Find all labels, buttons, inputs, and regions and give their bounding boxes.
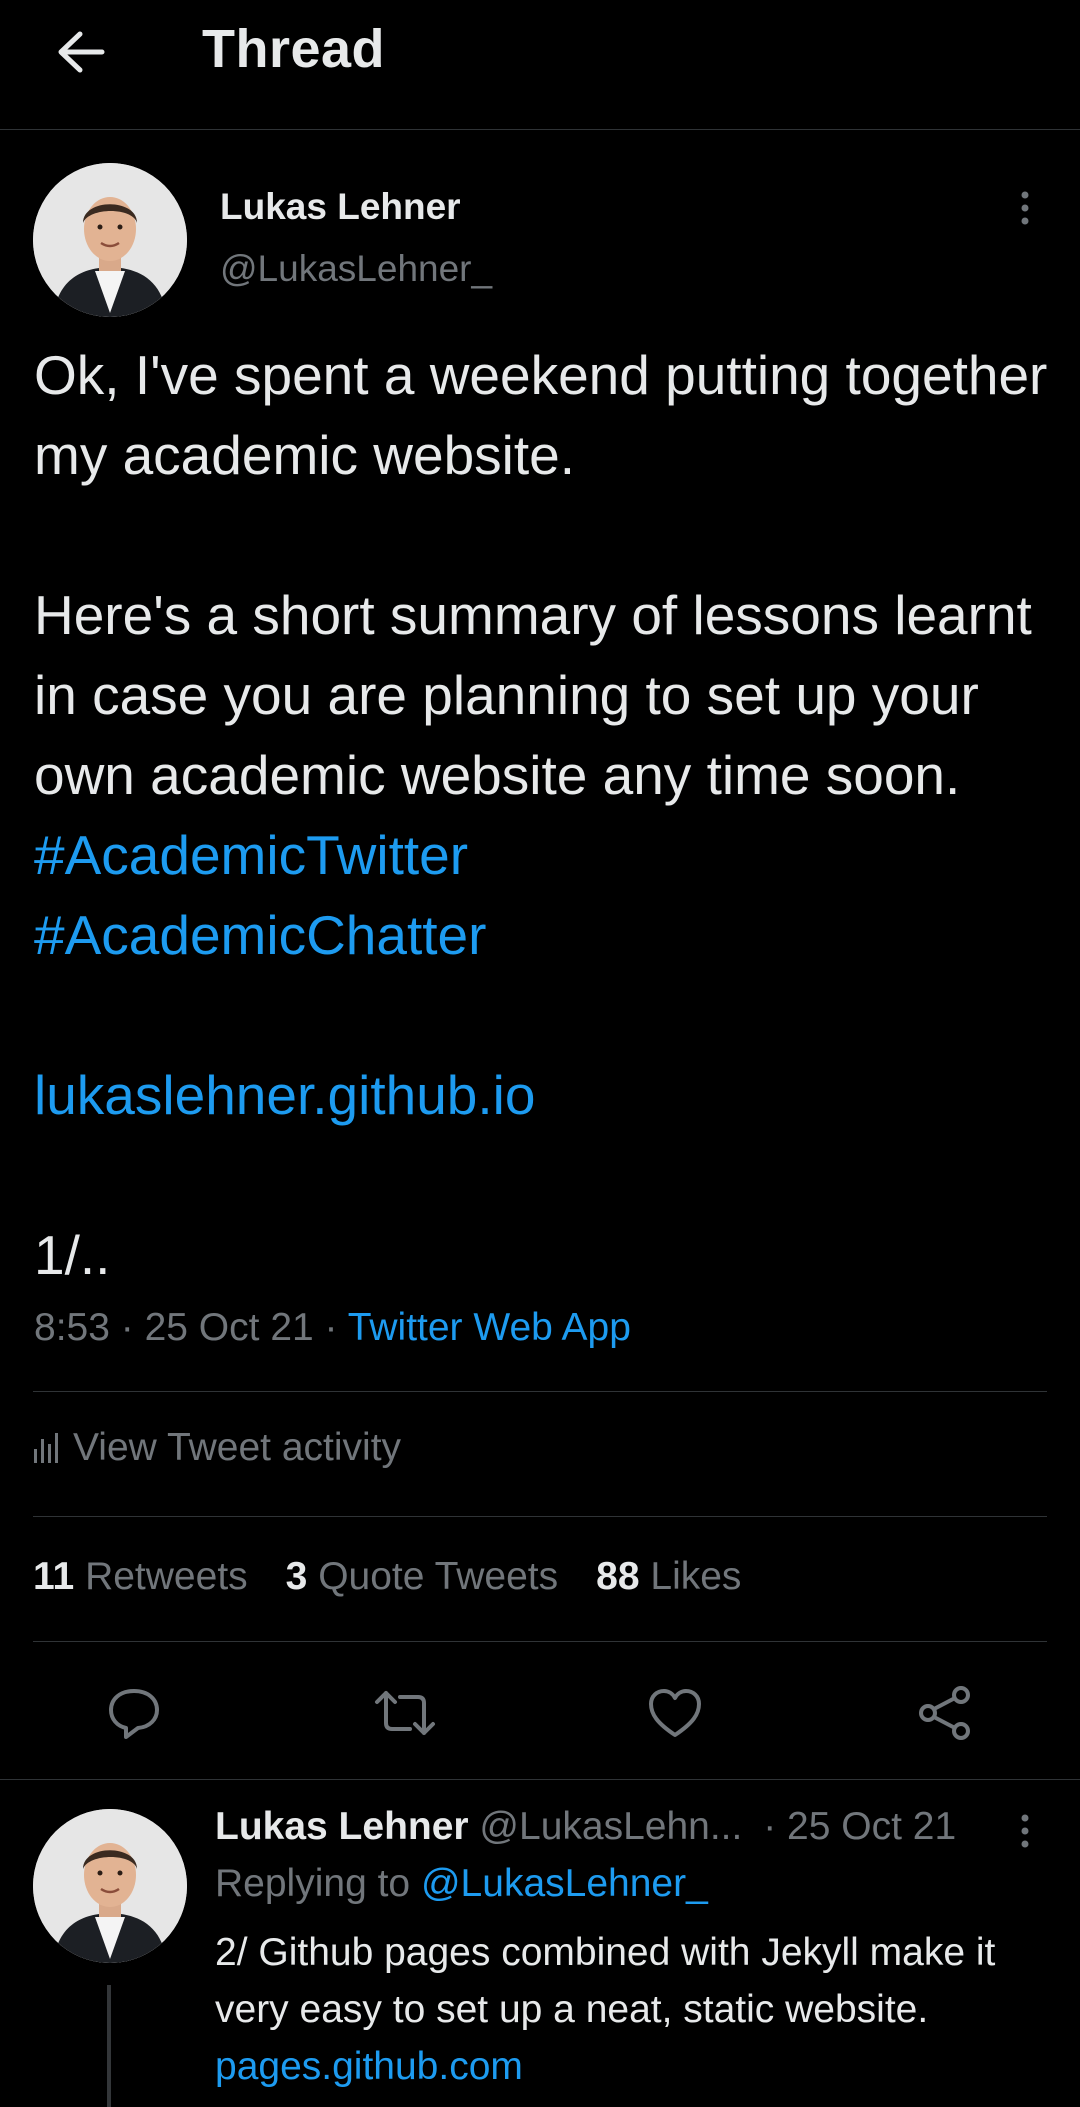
reply-more-options-button[interactable] — [1005, 1808, 1045, 1858]
top-bar — [0, 0, 1080, 130]
tweet-meta: 8:53 · 25 Oct 21 · Twitter Web App — [34, 1306, 631, 1350]
bar-chart-icon — [34, 1433, 58, 1463]
reply-author-avatar[interactable] — [33, 1809, 187, 1963]
replying-to-handle[interactable]: @LukasLehner_ — [421, 1862, 708, 1905]
thread-counter: 1/.. — [34, 1224, 111, 1286]
website-link[interactable]: lukaslehner.github.io — [34, 1055, 1054, 1135]
arrow-left-icon — [58, 31, 105, 73]
hashtag-link[interactable]: #AcademicChatter — [34, 904, 486, 966]
reply-button[interactable] — [99, 1680, 169, 1746]
author-avatar[interactable] — [33, 163, 187, 317]
hashtag-link[interactable]: #AcademicTwitter — [34, 824, 468, 886]
reply-paragraph: 2/ Github pages combined with Jekyll mak… — [215, 1931, 996, 2031]
quote-tweets-stat[interactable]: 3 Quote Tweets — [286, 1555, 558, 1599]
engagement-stats: 11 Retweets 3 Quote Tweets 88 Likes — [33, 1555, 741, 1599]
view-activity-label: View Tweet activity — [73, 1426, 402, 1469]
author-handle[interactable]: @LukasLehner_ — [220, 248, 492, 290]
thread-connector-line — [107, 1985, 111, 2107]
like-button[interactable] — [640, 1680, 710, 1746]
meta-separator: · — [120, 1306, 134, 1349]
reply-icon — [109, 1689, 159, 1739]
retweet-button[interactable] — [370, 1680, 440, 1746]
reply-text: 2/ Github pages combined with Jekyll mak… — [215, 1924, 1065, 2095]
quotes-count: 3 — [285, 1555, 308, 1598]
replying-to-prefix: Replying to — [215, 1862, 411, 1905]
retweets-count: 11 — [33, 1555, 75, 1598]
share-button[interactable] — [910, 1680, 980, 1746]
more-options-button[interactable] — [1005, 185, 1045, 235]
page-title: Thread — [202, 19, 386, 79]
share-icon — [919, 1686, 970, 1740]
divider — [33, 1516, 1047, 1517]
likes-count: 88 — [596, 1555, 640, 1598]
tweet-paragraph: Here's a short summary of lessons learnt… — [34, 575, 1054, 975]
retweets-stat[interactable]: 11 Retweets — [33, 1555, 248, 1599]
reply-author-name[interactable]: Lukas Lehner — [215, 1805, 469, 1848]
meta-separator: · — [324, 1306, 338, 1349]
reply-link[interactable]: pages.github.com — [215, 2038, 1065, 2095]
likes-stat[interactable]: 88 Likes — [596, 1555, 741, 1599]
divider — [33, 1641, 1047, 1642]
section-divider — [0, 1779, 1080, 1780]
tweet-source-link[interactable]: Twitter Web App — [348, 1306, 631, 1349]
divider — [33, 1391, 1047, 1392]
tweet-paragraph-text: Here's a short summary of lessons learnt… — [34, 584, 1032, 806]
retweets-label: Retweets — [85, 1555, 248, 1598]
tweet-text: Ok, I've spent a weekend putting togethe… — [34, 335, 1054, 1295]
back-button[interactable] — [46, 22, 116, 82]
retweet-icon — [375, 1691, 435, 1735]
author-name[interactable]: Lukas Lehner — [220, 186, 461, 228]
likes-label: Likes — [650, 1555, 742, 1598]
more-vertical-icon — [1021, 1814, 1029, 1848]
reply-author-handle[interactable]: @LukasLehn... — [479, 1805, 742, 1848]
more-vertical-icon — [1021, 191, 1029, 225]
tweet-date: 25 Oct 21 — [144, 1306, 314, 1349]
quotes-label: Quote Tweets — [318, 1555, 559, 1598]
reply-header: Lukas Lehner @LukasLehn... · 25 Oct 21 — [215, 1805, 956, 1849]
replying-to-line: Replying to @LukasLehner_ — [215, 1862, 708, 1906]
reply-date[interactable]: · 25 Oct 21 — [763, 1805, 956, 1848]
view-activity-button[interactable]: View Tweet activity — [33, 1426, 401, 1470]
tweet-time: 8:53 — [34, 1306, 110, 1349]
tweet-paragraph: Ok, I've spent a weekend putting togethe… — [34, 344, 1048, 486]
heart-icon — [649, 1689, 701, 1737]
